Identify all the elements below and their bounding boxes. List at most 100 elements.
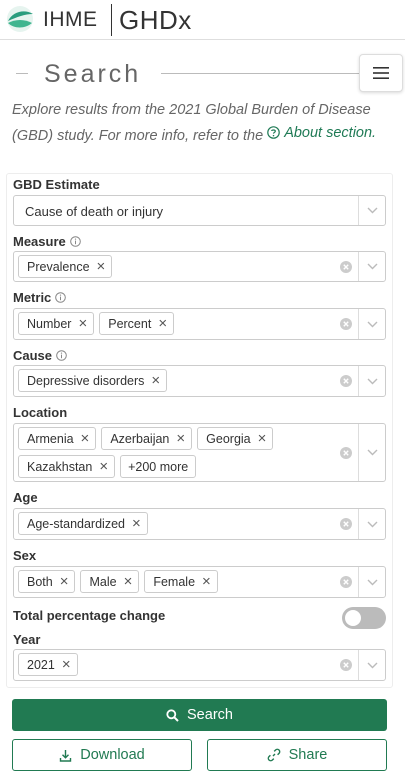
app-title[interactable]: GHDx [119,5,192,36]
download-icon [60,749,72,762]
toggle-knob [345,610,361,626]
cause-dropdown-toggle[interactable] [358,366,385,396]
title-rule-left [16,73,28,74]
clear-selection-icon[interactable] [340,518,352,530]
download-button[interactable]: Download [12,739,192,771]
clear-selection-icon[interactable] [340,260,352,273]
year-chip: 2021 × [18,653,78,676]
chip-remove-icon[interactable]: × [176,431,185,446]
location-chip: Azerbaijan × [101,427,193,450]
chip-remove-icon[interactable]: × [258,431,267,446]
search-button-label: Search [187,707,233,723]
search-title-row: Search [0,54,405,94]
age-label-text: Age [13,490,38,505]
chip-label: Both [27,574,53,589]
chip-remove-icon[interactable]: × [60,574,69,589]
chip-label: Male [89,574,117,589]
measure-dropdown-toggle[interactable] [358,252,385,281]
metric-chips: Number × Percent × [18,312,333,335]
hamburger-menu-button[interactable] [359,54,403,92]
chip-label: Age-standardized [27,516,125,531]
search-icon [166,708,179,722]
measure-multiselect[interactable]: Prevalence × [13,251,386,282]
sex-dropdown-toggle[interactable] [358,567,385,597]
share-button-label: Share [288,747,328,763]
chip-label: Number [27,316,72,331]
chip-label: Female [153,574,196,589]
chip-remove-icon[interactable]: × [151,373,160,388]
chip-remove-icon[interactable]: × [78,316,87,331]
chevron-down-icon [367,321,377,327]
info-icon[interactable] [56,350,67,361]
chevron-down-icon [367,579,377,585]
sex-chip: Male × [80,570,140,593]
chip-label: Depressive disorders [27,373,145,388]
help-circle-icon [267,126,280,140]
chevron-down-icon [367,521,377,527]
measure-chips: Prevalence × [18,255,333,278]
metric-chip: Percent × [99,312,175,335]
chip-remove-icon[interactable]: × [99,459,108,474]
chip-remove-icon[interactable]: × [124,574,133,589]
search-button[interactable]: Search [12,699,387,731]
sex-multiselect[interactable]: Both × Male × Female × [13,566,386,598]
cause-chips: Depressive disorders × [18,369,333,392]
location-chip: Armenia × [18,427,97,450]
chip-remove-icon[interactable]: × [158,316,167,331]
chip-label: Azerbaijan [110,431,170,446]
gbd-estimate-dropdown-toggle[interactable] [358,196,385,225]
download-button-label: Download [80,747,145,763]
location-chip: Georgia × [197,427,274,450]
about-section-link[interactable]: About section. [267,122,376,145]
info-icon[interactable] [69,236,81,247]
location-label-text: Location [13,405,68,420]
chip-remove-icon[interactable]: × [97,259,106,274]
measure-label-text: Measure [13,234,66,249]
chevron-down-icon [367,207,377,214]
chip-remove-icon[interactable]: × [132,516,141,531]
chevron-down-icon [367,263,377,270]
location-multiselect[interactable]: Armenia × Azerbaijan × Georgia × Kazakhstan… [13,423,386,482]
cause-label: Cause [13,348,67,363]
info-icon[interactable] [55,292,67,303]
location-label: Location [13,405,67,420]
share-button[interactable]: Share [207,739,387,771]
clear-selection-icon[interactable] [340,446,352,459]
location-more-chip[interactable]: +200 more [120,455,197,478]
gbd-estimate-select[interactable]: Cause of death or injury [13,195,386,226]
clear-selection-icon[interactable] [340,659,352,671]
hamburger-icon [373,67,389,79]
year-multiselect[interactable]: 2021 × [13,649,386,681]
total-percentage-change-toggle[interactable] [342,607,386,629]
total-percentage-change-label: Total percentage change [13,608,165,623]
chevron-down-icon [367,449,377,456]
metric-multiselect[interactable]: Number × Percent × [13,308,386,340]
clear-selection-icon[interactable] [340,318,352,330]
metric-dropdown-toggle[interactable] [358,309,385,339]
gbd-estimate-label: GBD Estimate [13,177,100,192]
year-dropdown-toggle[interactable] [358,650,385,680]
org-name[interactable]: IHME [43,8,98,32]
gbd-estimate-value: Cause of death or injury [25,204,164,219]
app-header: IHME GHDx [0,0,405,40]
link-icon [267,748,280,762]
location-chip: Kazakhstan × [18,455,116,478]
gbd-estimate-label-text: GBD Estimate [13,177,100,192]
clear-selection-icon[interactable] [340,576,352,588]
age-multiselect[interactable]: Age-standardized × [13,508,386,540]
cause-multiselect[interactable]: Depressive disorders × [13,365,386,397]
measure-chip: Prevalence × [18,255,113,278]
chip-remove-icon[interactable]: × [62,657,71,672]
chevron-down-icon [367,378,377,384]
age-dropdown-toggle[interactable] [358,509,385,539]
location-dropdown-toggle[interactable] [358,424,385,481]
age-chip: Age-standardized × [18,512,148,535]
year-label: Year [13,632,40,647]
chip-remove-icon[interactable]: × [81,431,90,446]
chevron-down-icon [367,662,377,668]
total-percentage-change-label-text: Total percentage change [13,608,166,623]
ihme-logo-icon[interactable] [5,5,35,33]
chip-remove-icon[interactable]: × [202,574,211,589]
sex-label: Sex [13,548,36,563]
clear-selection-icon[interactable] [340,375,352,387]
